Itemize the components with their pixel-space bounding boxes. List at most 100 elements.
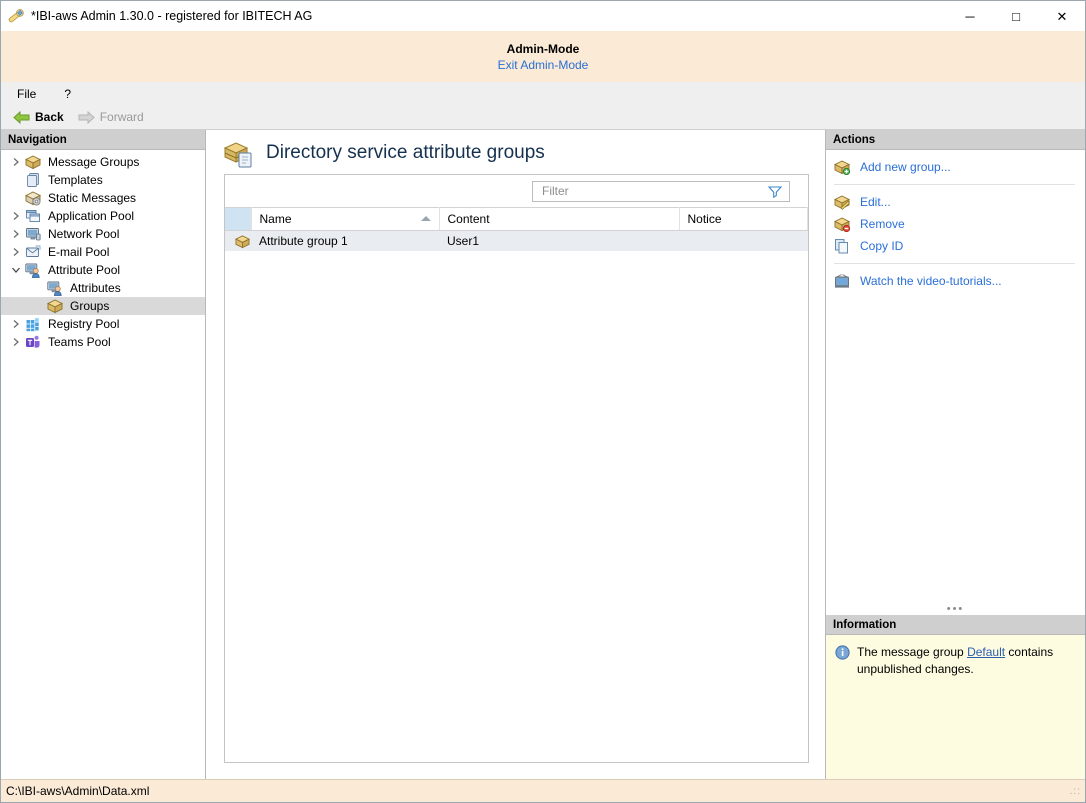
maximize-button[interactable]: □ [993,1,1039,31]
filter-box[interactable] [532,181,790,202]
sidebar-item-message-groups[interactable]: Message Groups [1,153,205,171]
window-title: *IBI-aws Admin 1.30.0 - registered for I… [31,9,312,23]
sidebar-item-static-messages[interactable]: Static Messages [1,189,205,207]
action-watch-the-video-tutorials[interactable]: Watch the video-tutorials... [826,270,1085,292]
menu-bar: File ? [1,82,1085,105]
table-header-name[interactable]: Name [251,208,439,231]
sidebar-item-e-mail-pool[interactable]: E-mail Pool [1,243,205,261]
close-button[interactable]: ✕ [1039,1,1085,31]
sidebar-item-teams-pool[interactable]: Teams Pool [1,333,205,351]
chevron-right-icon[interactable] [7,337,25,347]
menu-item-file[interactable]: File [13,85,40,103]
navigation-tree[interactable]: Message Groups Templates Static Messages Ap… [1,150,205,779]
sidebar-item-label: Attributes [70,282,121,294]
box-remove-icon [834,216,852,232]
chevron-right-icon[interactable] [7,157,25,167]
box-add-icon [834,159,852,175]
windows-icon [25,208,43,224]
gold-box-icon [47,298,65,314]
envelope-icon [25,244,43,260]
funnel-icon[interactable] [765,184,785,198]
sort-ascending-icon [421,216,431,221]
filter-row [225,175,808,207]
app-icon [5,5,27,27]
chevron-right-icon[interactable] [7,319,25,329]
information-header: Information [826,615,1085,635]
box-edit-icon [834,194,852,210]
sidebar-item-application-pool[interactable]: Application Pool [1,207,205,225]
admin-mode-title: Admin-Mode [507,42,580,56]
sidebar-item-label: E-mail Pool [48,246,109,258]
action-add-new-group[interactable]: Add new group... [826,156,1085,178]
sidebar-item-label: Registry Pool [48,318,119,330]
title-bar: *IBI-aws Admin 1.30.0 - registered for I… [1,1,1085,31]
table-row[interactable]: Attribute group 1User1 [225,231,808,252]
status-bar: C:\IBI-aws\Admin\Data.xml .:: [1,779,1085,802]
table-header-icon-column [225,208,251,231]
information-link[interactable]: Default [967,645,1005,659]
back-label: Back [35,110,64,124]
menu-item-help[interactable]: ? [60,85,75,103]
window-controls: ─ □ ✕ [947,1,1085,31]
back-button[interactable]: Back [9,109,68,125]
minimize-button[interactable]: ─ [947,1,993,31]
gold-box-icon [234,234,250,248]
actions-separator [834,184,1075,185]
filter-input[interactable] [533,183,765,199]
sidebar-item-groups[interactable]: Groups [1,297,205,315]
resize-grip-icon[interactable]: .:: [1070,786,1081,797]
static-messages-icon [25,190,43,206]
action-copy-id[interactable]: Copy ID [826,235,1085,257]
table-header-name-label: Name [260,212,292,226]
main-body: Navigation Message Groups Templates Static… [1,130,1085,779]
gold-box-icon [25,154,43,170]
attribute-group-icon [222,137,254,169]
action-edit[interactable]: Edit... [826,191,1085,213]
action-label: Edit... [860,195,891,209]
table-header-row: Name Content Notice [225,208,808,231]
action-remove[interactable]: Remove [826,213,1085,235]
sidebar-item-label: Static Messages [48,192,136,204]
sidebar-item-attributes[interactable]: Attributes [1,279,205,297]
table-header-content[interactable]: Content [439,208,679,231]
sidebar-item-attribute-pool[interactable]: Attribute Pool [1,261,205,279]
teams-icon [25,334,43,350]
table-header-notice[interactable]: Notice [679,208,808,231]
actions-list: Add new group... Edit... Remove Copy ID Watc… [826,150,1085,603]
sidebar-item-network-pool[interactable]: Network Pool [1,225,205,243]
info-icon [835,645,850,660]
page-title: Directory service attribute groups [266,142,545,164]
action-label: Copy ID [860,239,903,253]
chevron-right-icon[interactable] [7,211,25,221]
user-monitor-icon [47,280,65,296]
status-bar-path: C:\IBI-aws\Admin\Data.xml [6,784,149,798]
application-window: *IBI-aws Admin 1.30.0 - registered for I… [0,0,1086,803]
chevron-right-icon[interactable] [7,229,25,239]
information-panel: The message group Default contains unpub… [826,635,1085,779]
templates-icon [25,172,43,188]
sidebar-item-label: Application Pool [48,210,134,222]
sidebar-item-registry-pool[interactable]: Registry Pool [1,315,205,333]
information-text-before: The message group [857,645,967,659]
exit-admin-mode-link[interactable]: Exit Admin-Mode [498,58,589,72]
registry-grid-icon [25,316,43,332]
sidebar-item-label: Message Groups [48,156,139,168]
copy-icon [834,238,852,254]
row-icon-cell [225,231,251,252]
action-label: Add new group... [860,160,951,174]
pane-splitter[interactable]: ••• [826,603,1085,615]
actions-header: Actions [826,130,1085,150]
sidebar-item-templates[interactable]: Templates [1,171,205,189]
chevron-right-icon[interactable] [7,247,25,257]
forward-arrow-icon [78,111,95,124]
sidebar-item-label: Teams Pool [48,336,111,348]
action-label: Remove [860,217,905,231]
information-text: The message group Default contains unpub… [857,644,1075,678]
grid-container: Name Content Notice Attribute group 1Use… [224,174,809,763]
action-label: Watch the video-tutorials... [860,274,1002,288]
chevron-down-icon[interactable] [7,265,25,275]
user-monitor-icon [25,262,43,278]
actions-separator [834,263,1075,264]
admin-mode-banner: Admin-Mode Exit Admin-Mode [1,31,1085,82]
navigation-header: Navigation [1,130,205,150]
